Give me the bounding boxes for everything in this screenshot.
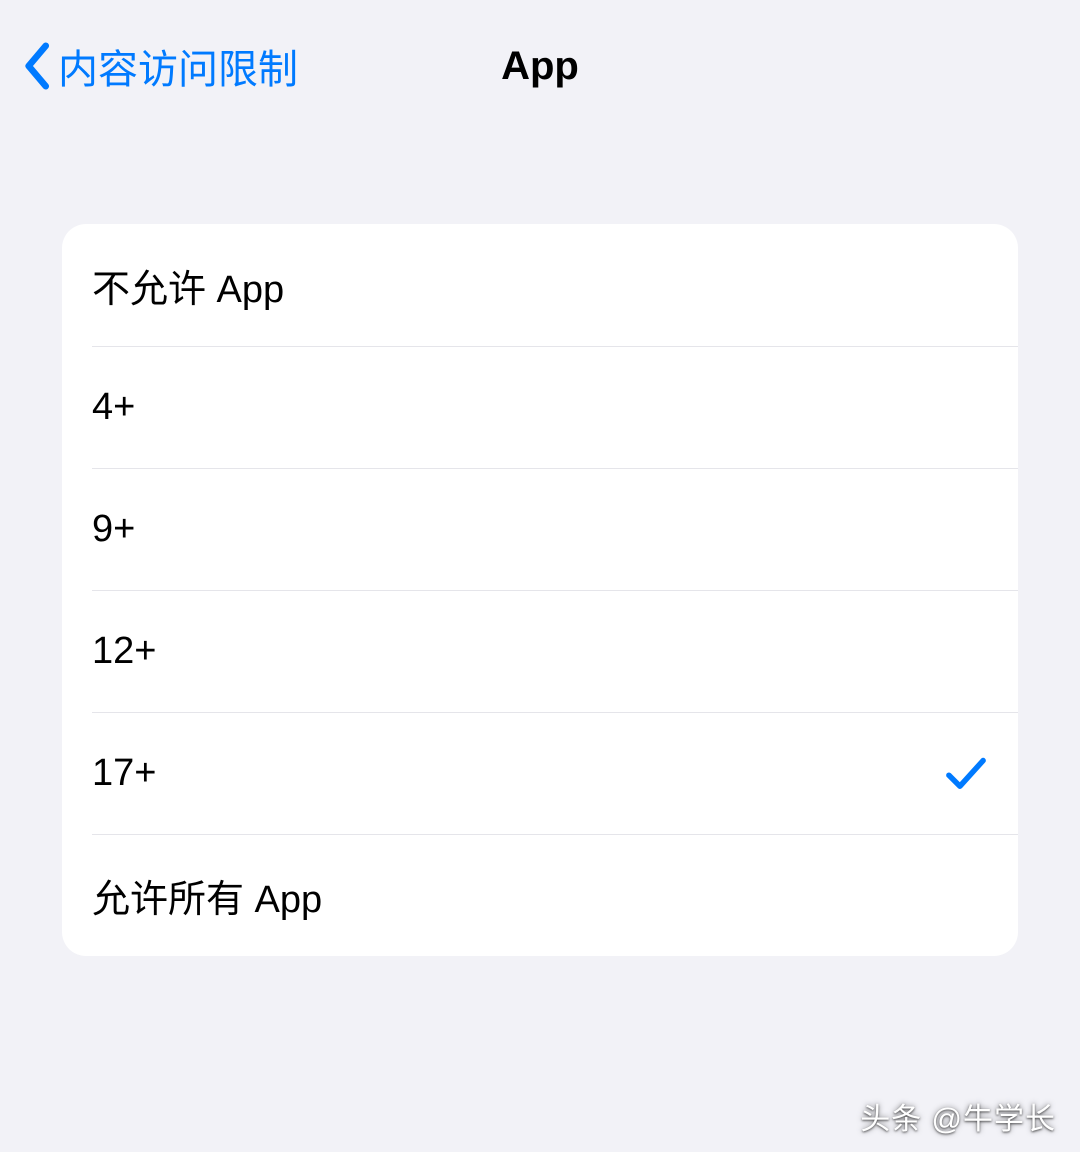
option-label: 4+ bbox=[92, 386, 135, 429]
checkmark-icon bbox=[944, 752, 988, 796]
option-row-4plus[interactable]: 4+ bbox=[92, 346, 1018, 468]
option-label: 17+ bbox=[92, 752, 156, 795]
option-row-disallow[interactable]: 不允许 App bbox=[62, 224, 1018, 346]
option-label: 允许所有 App bbox=[92, 868, 322, 923]
chevron-left-icon bbox=[24, 42, 52, 90]
options-group: 不允许 App 4+ 9+ 12+ 17+ 允许所有 App bbox=[62, 224, 1018, 956]
back-button[interactable]: 内容访问限制 bbox=[24, 37, 298, 95]
option-row-12plus[interactable]: 12+ bbox=[92, 590, 1018, 712]
source-watermark: 头条 @牛学长 bbox=[860, 1094, 1056, 1138]
back-label: 内容访问限制 bbox=[58, 37, 298, 95]
option-row-9plus[interactable]: 9+ bbox=[92, 468, 1018, 590]
nav-bar: 内容访问限制 App bbox=[0, 0, 1080, 132]
option-label: 不允许 App bbox=[92, 258, 284, 313]
option-label: 12+ bbox=[92, 630, 156, 673]
option-row-allow-all[interactable]: 允许所有 App bbox=[92, 834, 1018, 956]
option-row-17plus[interactable]: 17+ bbox=[92, 712, 1018, 834]
option-label: 9+ bbox=[92, 508, 135, 551]
page-title: App bbox=[501, 44, 579, 88]
